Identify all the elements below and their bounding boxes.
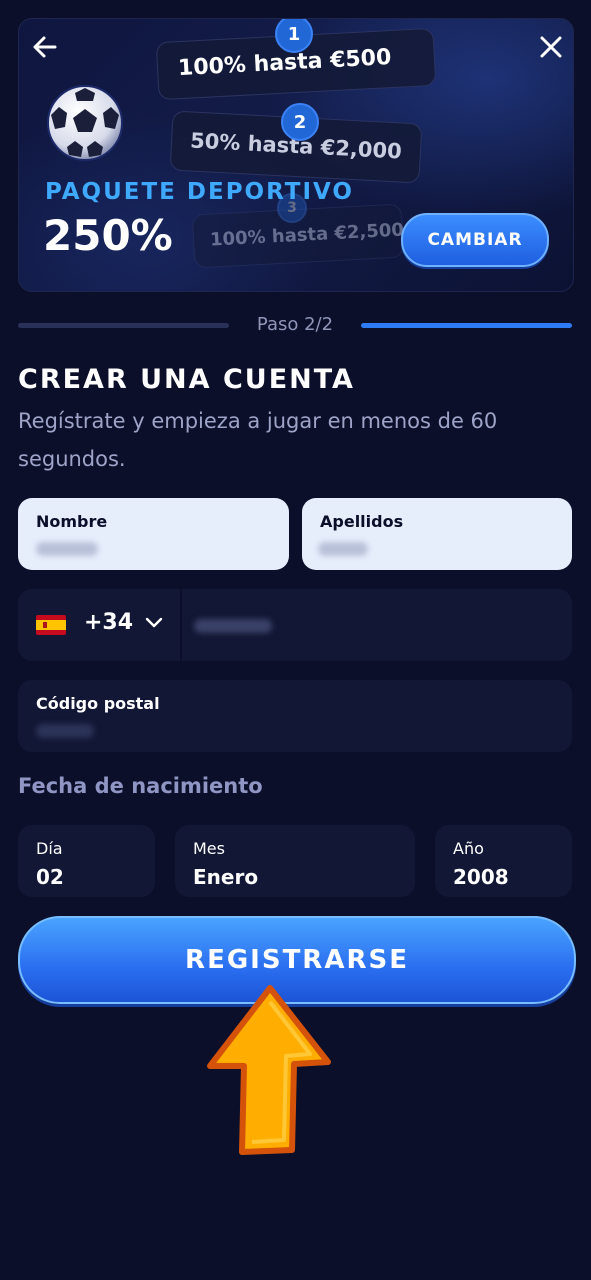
postal-code-field[interactable]: Código postal: [18, 680, 572, 752]
last-name-value-redacted: [318, 542, 368, 556]
first-name-label: Nombre: [36, 512, 108, 531]
chevron-down-icon[interactable]: [144, 615, 164, 629]
close-icon[interactable]: [537, 33, 565, 61]
dob-day-field[interactable]: Día 02: [18, 825, 155, 897]
back-arrow-icon[interactable]: [31, 33, 59, 61]
last-name-label: Apellidos: [320, 512, 404, 531]
dob-label: Fecha de nacimiento: [18, 774, 263, 798]
first-name-field[interactable]: Nombre: [18, 498, 289, 570]
phone-number-redacted: [194, 619, 272, 633]
dob-year-value: 2008: [453, 865, 509, 889]
soccer-ball-icon: [47, 85, 123, 161]
step-progress: Paso 2/2: [18, 314, 572, 336]
package-title: PAQUETE DEPORTIVO: [45, 179, 354, 205]
phone-field[interactable]: +34: [18, 589, 572, 661]
dob-month-field[interactable]: Mes Enero: [175, 825, 415, 897]
phone-country-code[interactable]: +34: [84, 610, 133, 635]
promo-banner: 100% hasta €500 1 50% hasta €2,000 2 100…: [18, 18, 574, 292]
dob-year-field[interactable]: Año 2008: [435, 825, 572, 897]
progress-step-2-bar: [361, 323, 572, 328]
dob-month-label: Mes: [193, 839, 225, 858]
pointer-arrow-icon: [207, 985, 331, 1155]
first-name-value-redacted: [36, 542, 98, 556]
postal-code-label: Código postal: [36, 694, 160, 713]
page-subtitle: Regístrate y empieza a jugar en menos de…: [18, 409, 498, 471]
dob-day-label: Día: [36, 839, 63, 858]
spain-flag-icon: [36, 615, 66, 635]
change-package-button[interactable]: CAMBIAR: [401, 213, 549, 267]
dob-day-value: 02: [36, 865, 64, 889]
phone-divider: [180, 589, 182, 661]
page-title: CREAR UNA CUENTA: [18, 364, 355, 395]
postal-code-value-redacted: [36, 724, 94, 738]
package-percent: 250%: [43, 211, 173, 260]
dob-year-label: Año: [453, 839, 484, 858]
last-name-field[interactable]: Apellidos: [302, 498, 572, 570]
bonus-tier-2-number: 2: [281, 103, 319, 141]
bonus-tier-3-text: 100% hasta €2,500: [209, 219, 405, 251]
dob-month-value: Enero: [193, 865, 259, 889]
